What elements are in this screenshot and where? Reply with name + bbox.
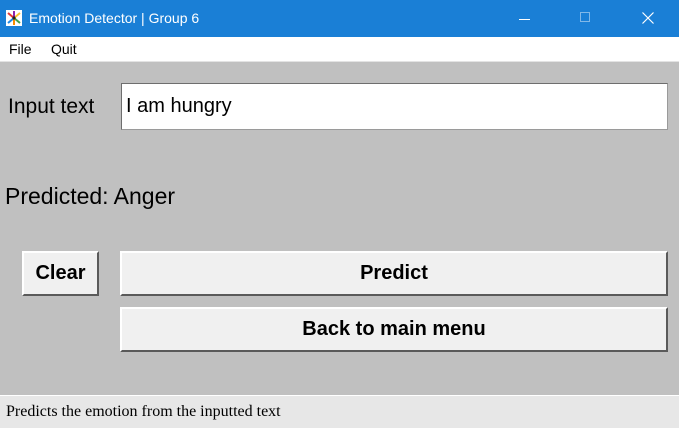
maximize-button[interactable] — [563, 0, 609, 37]
feather-color-icon — [6, 10, 22, 26]
close-button[interactable] — [625, 0, 671, 37]
predict-button[interactable]: Predict — [120, 251, 668, 296]
main-panel: Input text Predicted: Anger Clear Predic… — [0, 62, 679, 395]
back-to-main-menu-button[interactable]: Back to main menu — [120, 307, 668, 352]
status-bar: Predicts the emotion from the inputted t… — [0, 395, 679, 428]
input-label: Input text — [8, 95, 95, 118]
prediction-result: Predicted: Anger — [5, 183, 176, 209]
minimize-icon — [519, 19, 530, 20]
menu-quit[interactable]: Quit — [51, 41, 77, 57]
minimize-button[interactable] — [502, 0, 548, 37]
title-bar[interactable]: Emotion Detector | Group 6 — [0, 0, 679, 37]
text-input[interactable] — [121, 83, 668, 130]
menu-bar: File Quit — [0, 37, 679, 62]
app-window: Emotion Detector | Group 6 File Quit Inp… — [0, 0, 679, 428]
close-icon — [642, 12, 654, 24]
maximize-icon — [580, 12, 590, 22]
status-text: Predicts the emotion from the inputted t… — [6, 403, 281, 420]
menu-file[interactable]: File — [9, 41, 32, 57]
window-title: Emotion Detector | Group 6 — [29, 10, 200, 26]
clear-button[interactable]: Clear — [22, 251, 99, 296]
